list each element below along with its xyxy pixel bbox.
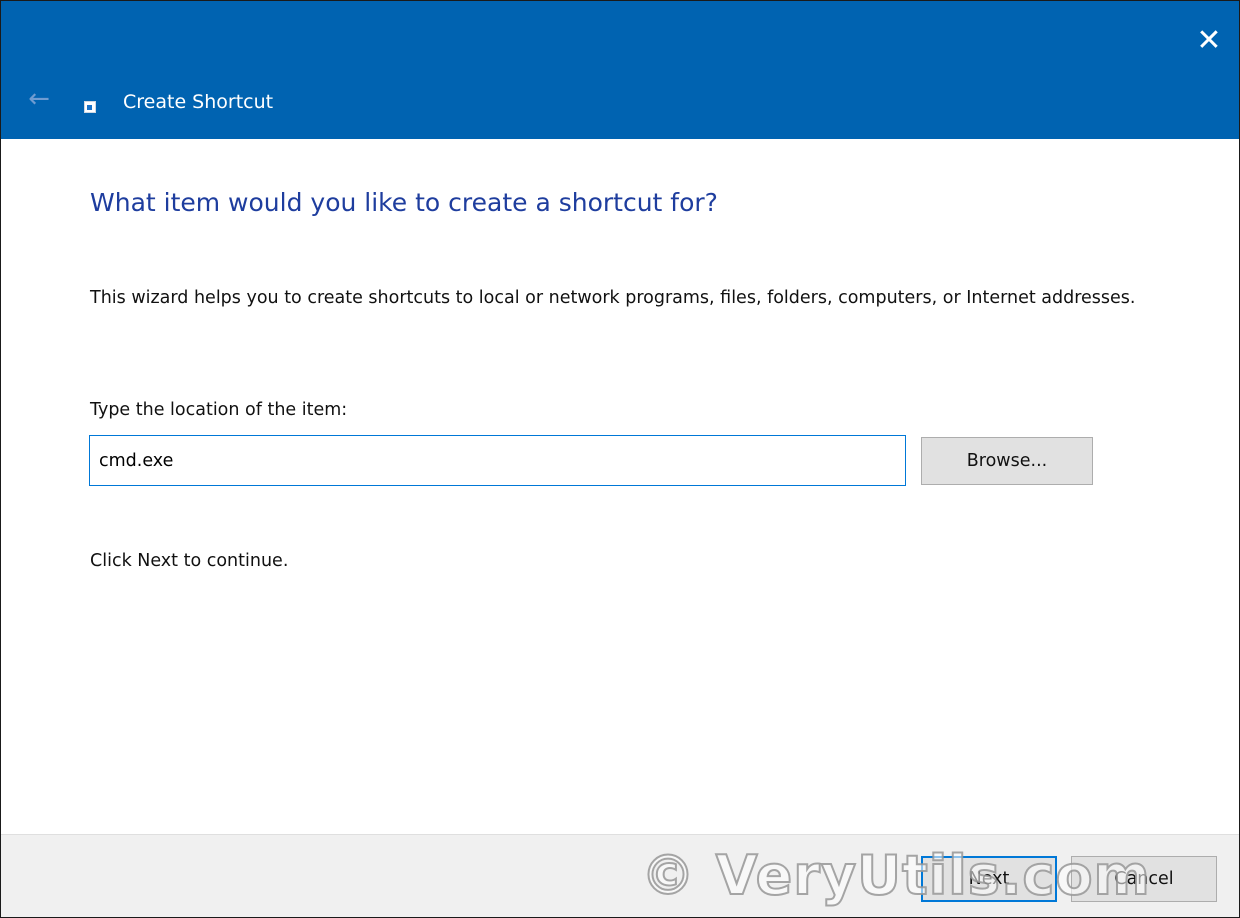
continue-hint: Click Next to continue.	[90, 551, 289, 571]
wizard-description: This wizard helps you to create shortcut…	[90, 288, 1136, 308]
close-icon: ✕	[1196, 22, 1222, 58]
wizard-content: What item would you like to create a sho…	[1, 139, 1239, 834]
window-title: Create Shortcut	[123, 91, 274, 113]
title-bar: ✕ ← Create Shortcut	[1, 1, 1239, 139]
cancel-button[interactable]: Cancel	[1071, 856, 1217, 902]
close-button[interactable]: ✕	[1179, 1, 1239, 79]
back-button[interactable]: ←	[21, 81, 57, 117]
button-footer: Next Cancel	[1, 834, 1239, 917]
next-button[interactable]: Next	[921, 856, 1057, 902]
shortcut-icon	[84, 101, 96, 113]
back-arrow-icon: ←	[28, 84, 50, 114]
browse-button[interactable]: Browse...	[921, 437, 1093, 485]
create-shortcut-window: ✕ ← Create Shortcut What item would you …	[0, 0, 1240, 918]
location-input[interactable]	[89, 435, 906, 486]
location-label: Type the location of the item:	[90, 400, 348, 420]
wizard-heading: What item would you like to create a sho…	[90, 188, 718, 217]
